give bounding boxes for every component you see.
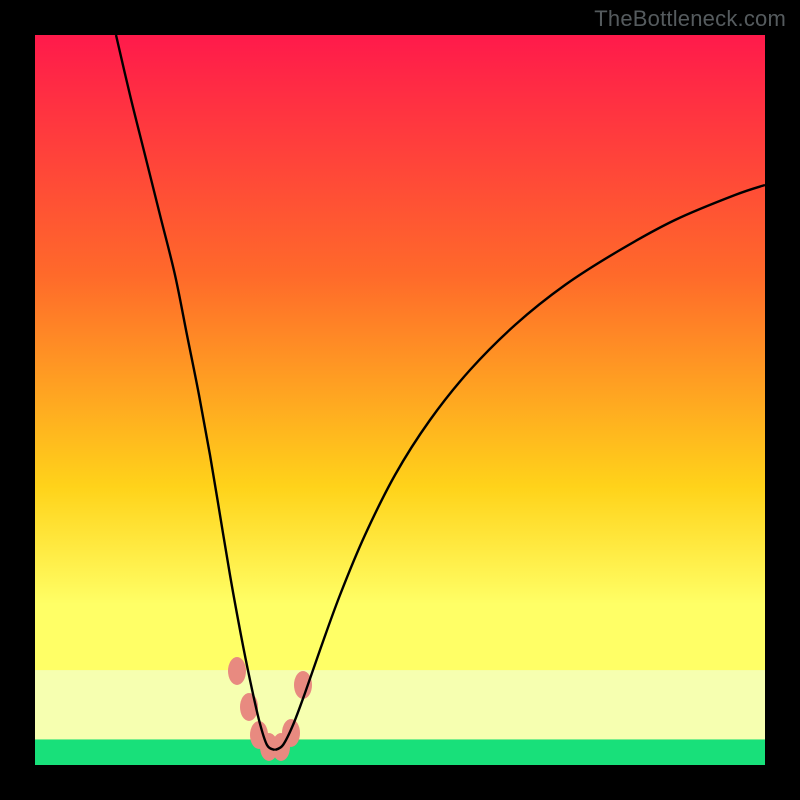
watermark-text: TheBottleneck.com — [594, 6, 786, 32]
plot-area — [35, 35, 765, 765]
valley-marker — [294, 671, 312, 699]
curves-layer — [35, 35, 765, 765]
chart-frame: TheBottleneck.com — [0, 0, 800, 800]
left-curve — [116, 35, 275, 750]
valley-marker — [228, 657, 246, 685]
right-curve — [275, 185, 765, 750]
